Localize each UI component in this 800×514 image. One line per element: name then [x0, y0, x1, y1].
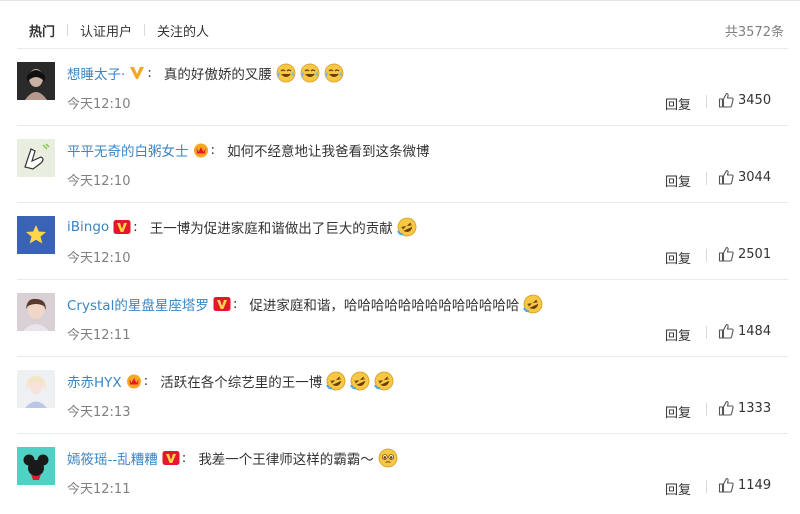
v-red-icon — [162, 450, 180, 466]
rolling-laugh-icon — [350, 371, 370, 391]
avatar[interactable] — [17, 447, 55, 485]
comment-username[interactable]: Crystal的星盘星座塔罗 — [67, 294, 209, 314]
reply-button[interactable]: 回复 — [665, 171, 691, 190]
like-button[interactable]: 3044 — [718, 169, 771, 185]
thumbs-up-icon — [718, 323, 734, 339]
tab-hot[interactable]: 热门 — [29, 21, 55, 40]
avatar[interactable] — [17, 216, 55, 254]
comment-item: 赤赤HYX : 活跃在各个综艺里的王一博 今天12:13 回复 1333 — [0, 357, 800, 434]
reply-button[interactable]: 回复 — [665, 94, 691, 113]
like-count: 1333 — [738, 400, 772, 416]
comment-item: 平平无奇的白粥女士 : 如何不经意地让我爸看到这条微博 今天12:10 回复 3… — [0, 126, 800, 203]
comment-item: 嫣筱瑶--乱糟糟 : 我差一个王律师这样的霸霸～ 今天12:11 回复 1149 — [0, 434, 800, 511]
comment-text: 如何不经意地让我爸看到这条微博 — [227, 144, 430, 160]
rolling-laugh-icon — [326, 371, 346, 391]
comment-text: 促进家庭和谐，哈哈哈哈哈哈哈哈哈哈哈哈哈 — [249, 298, 520, 314]
avatar[interactable] — [17, 62, 55, 100]
reply-button[interactable]: 回复 — [665, 248, 691, 267]
laugh-tears-icon — [276, 63, 296, 83]
comment-username[interactable]: 赤赤HYX — [67, 371, 122, 391]
comment-text: 真的好傲娇的叉腰 — [163, 67, 272, 83]
v-orange-icon — [129, 66, 145, 80]
like-button[interactable]: 1333 — [718, 400, 771, 416]
comment-username[interactable]: 嫣筱瑶--乱糟糟 — [67, 448, 158, 468]
like-button[interactable]: 2501 — [718, 246, 771, 262]
thumbs-up-icon — [718, 400, 734, 416]
comment-item: 想睡太子· : 真的好傲娇的叉腰 今天12:10 回复 3450 — [0, 49, 800, 126]
thumbs-up-icon — [718, 169, 734, 185]
comment-username[interactable]: 平平无奇的白粥女士 — [67, 140, 189, 160]
rolling-laugh-icon — [396, 217, 417, 237]
rolling-laugh-icon — [523, 294, 543, 314]
top-border — [0, 0, 800, 1]
comment-text: 活跃在各个综艺里的王一博 — [160, 375, 323, 391]
v-red-icon — [113, 219, 131, 235]
comment-item: iBingo : 王一博为促进家庭和谐做出了巨大的贡献 今天12:10 回复 2… — [0, 203, 800, 280]
rolling-laugh-icon — [374, 371, 394, 391]
like-button[interactable]: 1149 — [718, 477, 771, 493]
thumbs-up-icon — [718, 246, 734, 262]
comment-filter-tabs: 热门 认证用户 关注的人 — [29, 21, 209, 40]
comment-time: 今天12:13 — [67, 405, 131, 420]
comment-username[interactable]: iBingo — [67, 219, 109, 235]
like-count: 3450 — [738, 92, 772, 108]
avatar[interactable] — [17, 370, 55, 408]
laugh-tears-icon — [300, 63, 320, 83]
comment-text: 我差一个王律师这样的霸霸～ — [198, 452, 374, 468]
thumbs-up-icon — [718, 92, 734, 108]
like-button[interactable]: 3450 — [718, 92, 771, 108]
avatar[interactable] — [17, 139, 55, 177]
avatar[interactable] — [17, 293, 55, 331]
crown-icon — [193, 142, 209, 158]
comment-time: 今天12:11 — [67, 328, 131, 343]
thumbs-up-icon — [718, 477, 734, 493]
comment-item: Crystal的星盘星座塔罗 : 促进家庭和谐，哈哈哈哈哈哈哈哈哈哈哈哈哈 今天… — [0, 280, 800, 357]
like-count: 1149 — [738, 477, 772, 493]
comment-time: 今天12:10 — [67, 251, 131, 266]
comment-time: 今天12:11 — [67, 482, 131, 497]
like-count: 1484 — [738, 323, 772, 339]
tab-verified-users[interactable]: 认证用户 — [80, 21, 132, 40]
comment-text: 王一博为促进家庭和谐做出了巨大的贡献 — [149, 221, 393, 237]
laugh-tears-icon — [324, 63, 344, 83]
reply-button[interactable]: 回复 — [665, 325, 691, 344]
like-count: 3044 — [738, 169, 772, 185]
pleading-face-icon — [378, 448, 398, 468]
tab-separator — [67, 24, 69, 36]
tab-separator — [144, 24, 146, 36]
comment-time: 今天12:10 — [67, 174, 131, 189]
comment-username[interactable]: 想睡太子· — [67, 63, 125, 83]
reply-button[interactable]: 回复 — [665, 479, 691, 498]
crown-icon — [126, 373, 142, 389]
reply-button[interactable]: 回复 — [665, 402, 691, 421]
like-button[interactable]: 1484 — [718, 323, 771, 339]
tab-following[interactable]: 关注的人 — [157, 21, 209, 40]
v-red-icon — [213, 296, 231, 312]
total-comment-count: 共3572条 — [724, 25, 784, 40]
like-count: 2501 — [738, 246, 772, 262]
comment-time: 今天12:10 — [67, 97, 131, 112]
